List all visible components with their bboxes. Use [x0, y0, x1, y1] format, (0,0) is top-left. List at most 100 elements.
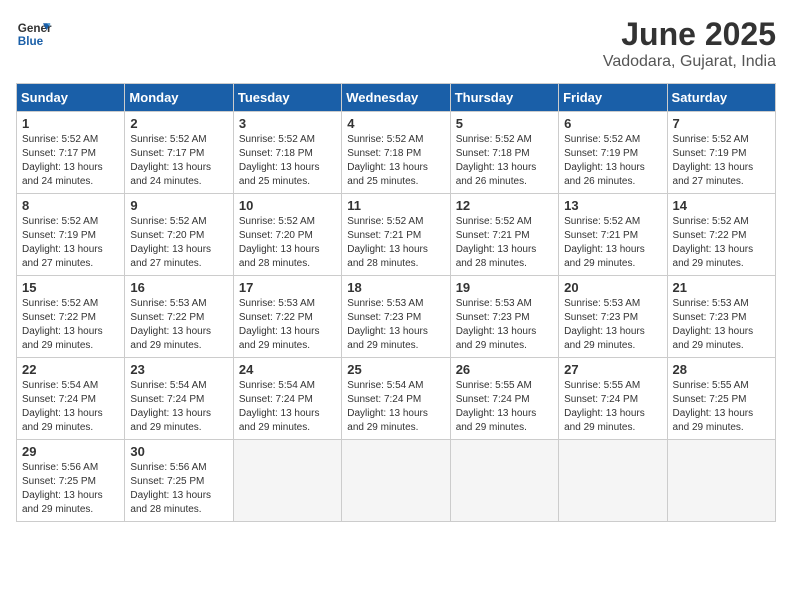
day-number: 19 — [456, 280, 553, 295]
day-info: Sunrise: 5:52 AM Sunset: 7:18 PM Dayligh… — [456, 133, 553, 189]
page-header: General Blue June 2025 Vadodara, Gujarat… — [16, 16, 776, 71]
col-header-thursday: Thursday — [450, 84, 558, 112]
calendar-cell: 21 Sunrise: 5:53 AM Sunset: 7:23 PM Dayli… — [667, 276, 775, 358]
calendar-cell — [342, 440, 450, 522]
calendar-cell: 28 Sunrise: 5:55 AM Sunset: 7:25 PM Dayli… — [667, 358, 775, 440]
calendar-title: June 2025 — [603, 16, 776, 53]
day-info: Sunrise: 5:55 AM Sunset: 7:25 PM Dayligh… — [673, 379, 770, 435]
day-number: 25 — [347, 362, 444, 377]
calendar-cell — [233, 440, 341, 522]
calendar-cell: 10 Sunrise: 5:52 AM Sunset: 7:20 PM Dayli… — [233, 194, 341, 276]
calendar-cell: 16 Sunrise: 5:53 AM Sunset: 7:22 PM Dayli… — [125, 276, 233, 358]
calendar-cell: 2 Sunrise: 5:52 AM Sunset: 7:17 PM Daylig… — [125, 112, 233, 194]
day-info: Sunrise: 5:56 AM Sunset: 7:25 PM Dayligh… — [130, 461, 227, 517]
calendar-cell: 12 Sunrise: 5:52 AM Sunset: 7:21 PM Dayli… — [450, 194, 558, 276]
day-number: 2 — [130, 116, 227, 131]
day-number: 9 — [130, 198, 227, 213]
col-header-wednesday: Wednesday — [342, 84, 450, 112]
day-info: Sunrise: 5:53 AM Sunset: 7:22 PM Dayligh… — [130, 297, 227, 353]
day-number: 12 — [456, 198, 553, 213]
day-number: 7 — [673, 116, 770, 131]
day-number: 16 — [130, 280, 227, 295]
calendar-cell: 15 Sunrise: 5:52 AM Sunset: 7:22 PM Dayli… — [17, 276, 125, 358]
day-number: 3 — [239, 116, 336, 131]
calendar-cell: 1 Sunrise: 5:52 AM Sunset: 7:17 PM Daylig… — [17, 112, 125, 194]
week-row-2: 8Sunrise: 5:52 AM Sunset: 7:19 PM Daylig… — [17, 194, 776, 276]
day-info: Sunrise: 5:52 AM Sunset: 7:19 PM Dayligh… — [673, 133, 770, 189]
week-row-1: 1 Sunrise: 5:52 AM Sunset: 7:17 PM Daylig… — [17, 112, 776, 194]
day-info: Sunrise: 5:52 AM Sunset: 7:19 PM Dayligh… — [22, 215, 119, 271]
day-info: Sunrise: 5:52 AM Sunset: 7:22 PM Dayligh… — [22, 297, 119, 353]
calendar-cell: 19 Sunrise: 5:53 AM Sunset: 7:23 PM Dayli… — [450, 276, 558, 358]
day-number: 18 — [347, 280, 444, 295]
col-header-saturday: Saturday — [667, 84, 775, 112]
day-number: 11 — [347, 198, 444, 213]
day-info: Sunrise: 5:55 AM Sunset: 7:24 PM Dayligh… — [564, 379, 661, 435]
day-number: 29 — [22, 444, 119, 459]
calendar-cell: 13 Sunrise: 5:52 AM Sunset: 7:21 PM Dayli… — [559, 194, 667, 276]
day-info: Sunrise: 5:54 AM Sunset: 7:24 PM Dayligh… — [347, 379, 444, 435]
day-info: Sunrise: 5:52 AM Sunset: 7:21 PM Dayligh… — [456, 215, 553, 271]
day-info: Sunrise: 5:52 AM Sunset: 7:18 PM Dayligh… — [239, 133, 336, 189]
calendar-cell: 24 Sunrise: 5:54 AM Sunset: 7:24 PM Dayli… — [233, 358, 341, 440]
day-info: Sunrise: 5:53 AM Sunset: 7:22 PM Dayligh… — [239, 297, 336, 353]
calendar-cell — [667, 440, 775, 522]
day-info: Sunrise: 5:52 AM Sunset: 7:20 PM Dayligh… — [130, 215, 227, 271]
day-number: 13 — [564, 198, 661, 213]
day-number: 20 — [564, 280, 661, 295]
day-info: Sunrise: 5:53 AM Sunset: 7:23 PM Dayligh… — [456, 297, 553, 353]
calendar-cell: 7 Sunrise: 5:52 AM Sunset: 7:19 PM Daylig… — [667, 112, 775, 194]
day-info: Sunrise: 5:52 AM Sunset: 7:22 PM Dayligh… — [673, 215, 770, 271]
calendar-cell: 25 Sunrise: 5:54 AM Sunset: 7:24 PM Dayli… — [342, 358, 450, 440]
day-info: Sunrise: 5:52 AM Sunset: 7:17 PM Dayligh… — [22, 133, 119, 189]
week-row-3: 15 Sunrise: 5:52 AM Sunset: 7:22 PM Dayli… — [17, 276, 776, 358]
day-number: 15 — [22, 280, 119, 295]
calendar-cell: 22Sunrise: 5:54 AM Sunset: 7:24 PM Dayli… — [17, 358, 125, 440]
day-info: Sunrise: 5:53 AM Sunset: 7:23 PM Dayligh… — [673, 297, 770, 353]
svg-text:Blue: Blue — [18, 35, 44, 48]
day-number: 6 — [564, 116, 661, 131]
calendar-table: SundayMondayTuesdayWednesdayThursdayFrid… — [16, 83, 776, 522]
col-header-friday: Friday — [559, 84, 667, 112]
day-info: Sunrise: 5:55 AM Sunset: 7:24 PM Dayligh… — [456, 379, 553, 435]
calendar-cell — [559, 440, 667, 522]
calendar-cell: 26 Sunrise: 5:55 AM Sunset: 7:24 PM Dayli… — [450, 358, 558, 440]
calendar-cell: 18Sunrise: 5:53 AM Sunset: 7:23 PM Dayli… — [342, 276, 450, 358]
day-number: 14 — [673, 198, 770, 213]
day-info: Sunrise: 5:54 AM Sunset: 7:24 PM Dayligh… — [130, 379, 227, 435]
day-info: Sunrise: 5:52 AM Sunset: 7:20 PM Dayligh… — [239, 215, 336, 271]
calendar-cell — [450, 440, 558, 522]
calendar-cell: 27Sunrise: 5:55 AM Sunset: 7:24 PM Dayli… — [559, 358, 667, 440]
calendar-cell: 8Sunrise: 5:52 AM Sunset: 7:19 PM Daylig… — [17, 194, 125, 276]
calendar-cell: 14 Sunrise: 5:52 AM Sunset: 7:22 PM Dayli… — [667, 194, 775, 276]
calendar-cell: 17Sunrise: 5:53 AM Sunset: 7:22 PM Dayli… — [233, 276, 341, 358]
day-number: 26 — [456, 362, 553, 377]
calendar-cell: 11 Sunrise: 5:52 AM Sunset: 7:21 PM Dayli… — [342, 194, 450, 276]
week-row-4: 22 Sunrise: 5:54 AM Sunset: 7:24 PM Dayli… — [17, 358, 776, 440]
day-number: 21 — [673, 280, 770, 295]
day-info: Sunrise: 5:52 AM Sunset: 7:21 PM Dayligh… — [564, 215, 661, 271]
day-number: 10 — [239, 198, 336, 213]
calendar-subtitle: Vadodara, Gujarat, India — [603, 53, 776, 71]
day-info: Sunrise: 5:56 AM Sunset: 7:25 PM Dayligh… — [22, 461, 119, 517]
day-info: Sunrise: 5:54 AM Sunset: 7:24 PM Dayligh… — [239, 379, 336, 435]
day-number: 30 — [130, 444, 227, 459]
calendar-cell: 5Sunrise: 5:52 AM Sunset: 7:18 PM Daylig… — [450, 112, 558, 194]
day-info: Sunrise: 5:52 AM Sunset: 7:19 PM Dayligh… — [564, 133, 661, 189]
day-info: Sunrise: 5:52 AM Sunset: 7:17 PM Dayligh… — [130, 133, 227, 189]
calendar-cell: 6 Sunrise: 5:52 AM Sunset: 7:19 PM Daylig… — [559, 112, 667, 194]
day-number: 28 — [673, 362, 770, 377]
day-number: 23 — [130, 362, 227, 377]
day-number: 1 — [22, 116, 119, 131]
calendar-cell: 9 Sunrise: 5:52 AM Sunset: 7:20 PM Daylig… — [125, 194, 233, 276]
day-info: Sunrise: 5:53 AM Sunset: 7:23 PM Dayligh… — [564, 297, 661, 353]
week-row-5: 29 Sunrise: 5:56 AM Sunset: 7:25 PM Dayli… — [17, 440, 776, 522]
day-number: 22 — [22, 362, 119, 377]
col-header-monday: Monday — [125, 84, 233, 112]
calendar-cell: 20 Sunrise: 5:53 AM Sunset: 7:23 PM Dayli… — [559, 276, 667, 358]
day-number: 24 — [239, 362, 336, 377]
calendar-cell: 29 Sunrise: 5:56 AM Sunset: 7:25 PM Dayli… — [17, 440, 125, 522]
day-info: Sunrise: 5:52 AM Sunset: 7:21 PM Dayligh… — [347, 215, 444, 271]
calendar-cell: 4Sunrise: 5:52 AM Sunset: 7:18 PM Daylig… — [342, 112, 450, 194]
col-header-tuesday: Tuesday — [233, 84, 341, 112]
